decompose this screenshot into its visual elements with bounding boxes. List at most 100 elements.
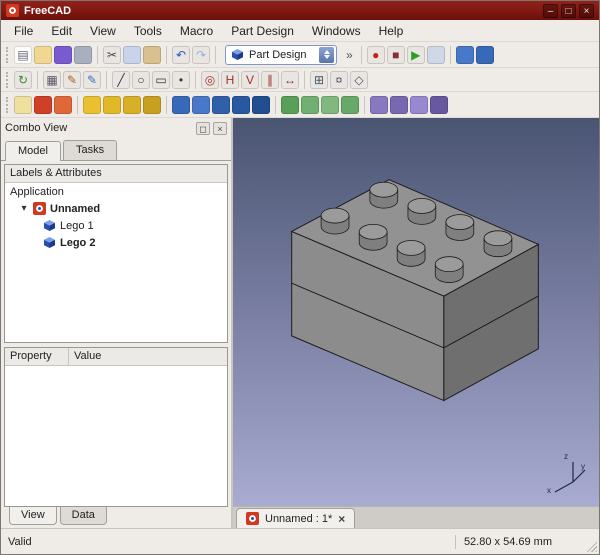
close-shape-icon[interactable]: ◇ — [350, 70, 368, 89]
document-icon — [33, 202, 46, 215]
toolbar-handle[interactable] — [6, 96, 9, 113]
grid-icon[interactable]: ⊞ — [310, 70, 328, 89]
app-icon — [6, 4, 19, 17]
panel-float-button[interactable]: ◻ — [196, 121, 210, 135]
print-icon[interactable] — [74, 45, 92, 64]
part-cylinder-icon[interactable] — [475, 45, 494, 64]
titlebar: FreeCAD – □ × — [1, 1, 599, 20]
tree-item-application[interactable]: Application — [5, 183, 227, 200]
document-tab-icon — [246, 512, 259, 525]
dimension-icon[interactable]: ↔ — [281, 70, 299, 89]
line-icon[interactable]: ╱ — [112, 70, 130, 89]
toolbar-handle[interactable] — [6, 46, 9, 63]
tree-item-unnamed[interactable]: ▾ Unnamed — [5, 200, 227, 217]
main-area: Combo View ◻ × Model Tasks Labels & Attr… — [1, 118, 599, 528]
maximize-button[interactable]: □ — [561, 3, 576, 18]
paste-icon[interactable] — [143, 45, 161, 64]
tab-data[interactable]: Data — [59, 507, 107, 525]
minimize-button[interactable]: – — [543, 3, 558, 18]
macro-edit-icon[interactable] — [426, 45, 445, 64]
subtractive-loft-icon[interactable] — [232, 95, 250, 114]
tab-tasks[interactable]: Tasks — [62, 140, 118, 160]
menu-view[interactable]: View — [81, 21, 125, 41]
lego-brick-model[interactable] — [233, 118, 599, 506]
menu-part-design[interactable]: Part Design — [222, 21, 303, 41]
combo-view-tabs: Model Tasks — [1, 138, 231, 161]
macro-record-icon[interactable]: ● — [366, 45, 385, 64]
save-icon[interactable] — [54, 45, 72, 64]
fillet-icon[interactable] — [281, 95, 299, 114]
point-icon[interactable]: • — [172, 70, 190, 89]
menu-file[interactable]: File — [5, 21, 42, 41]
new-file-icon[interactable]: ▤ — [14, 45, 32, 64]
tab-view[interactable]: View — [9, 507, 57, 525]
snap-icon[interactable]: ¤ — [330, 70, 348, 89]
new-sketch-icon[interactable]: ✎ — [63, 70, 81, 89]
revolution-icon[interactable] — [103, 95, 121, 114]
circle-icon[interactable]: ○ — [132, 70, 150, 89]
constraint-coincident-icon[interactable]: ◎ — [201, 70, 219, 89]
document-tab-unnamed[interactable]: Unnamed : 1* × — [236, 508, 356, 528]
macro-toolbar-icons: ● ■ ▶ — [366, 45, 494, 64]
macro-play-icon[interactable]: ▶ — [406, 45, 425, 64]
edit-sketch-icon[interactable]: ✎ — [83, 70, 101, 89]
additive-pipe-icon[interactable] — [143, 95, 161, 114]
axis-label-x: x — [547, 486, 551, 495]
part-box-icon[interactable] — [455, 45, 474, 64]
draft-icon[interactable] — [321, 95, 339, 114]
menu-edit[interactable]: Edit — [42, 21, 81, 41]
constraint-vertical-icon[interactable]: V — [241, 70, 259, 89]
workbench-cube-icon — [232, 49, 243, 60]
expander-icon[interactable]: ▾ — [19, 203, 29, 214]
tree-item-lego-1[interactable]: Lego 1 — [5, 217, 227, 234]
tab-model[interactable]: Model — [5, 141, 61, 161]
tree-item-lego-2[interactable]: Lego 2 — [5, 234, 227, 251]
polar-pattern-icon[interactable] — [410, 95, 428, 114]
menu-tools[interactable]: Tools — [125, 21, 171, 41]
refresh-icon[interactable]: ↻ — [14, 70, 32, 89]
pad-icon[interactable] — [83, 95, 101, 114]
resize-grip[interactable] — [584, 539, 597, 552]
select-box-icon[interactable]: ▦ — [43, 70, 61, 89]
constraint-parallel-icon[interactable]: ∥ — [261, 70, 279, 89]
linear-pattern-icon[interactable] — [390, 95, 408, 114]
menu-windows[interactable]: Windows — [303, 21, 370, 41]
menu-help[interactable]: Help — [370, 21, 413, 41]
panel-close-button[interactable]: × — [213, 121, 227, 135]
undo-icon[interactable]: ↶ — [172, 45, 190, 64]
3d-viewport[interactable]: z y x — [233, 118, 599, 506]
chamfer-icon[interactable] — [301, 95, 319, 114]
groove-icon[interactable] — [212, 95, 230, 114]
property-table-header: Property Value — [5, 348, 227, 366]
constraint-horizontal-icon[interactable]: H — [221, 70, 239, 89]
close-button[interactable]: × — [579, 3, 594, 18]
subtractive-pipe-icon[interactable] — [252, 95, 270, 114]
document-tab-close-icon[interactable]: × — [338, 512, 345, 526]
value-column-header[interactable]: Value — [69, 348, 227, 365]
toolbar-handle[interactable] — [6, 71, 9, 88]
open-folder-icon[interactable] — [34, 45, 52, 64]
window-title: FreeCAD — [24, 4, 72, 17]
workbench-selector[interactable]: Part Design — [225, 44, 337, 65]
toolbar-overflow-chevron[interactable]: » — [343, 48, 356, 62]
additive-loft-icon[interactable] — [123, 95, 141, 114]
partdesign-toolbar-icons — [14, 95, 448, 114]
pocket-icon[interactable] — [172, 95, 190, 114]
rectangle-icon[interactable]: ▭ — [152, 70, 170, 89]
map-sketch-icon[interactable] — [54, 95, 72, 114]
mirrored-icon[interactable] — [370, 95, 388, 114]
multitransform-icon[interactable] — [430, 95, 448, 114]
create-body-icon[interactable] — [14, 95, 32, 114]
toolbar-separator — [166, 45, 167, 64]
toolbar-separator — [364, 95, 365, 114]
macro-stop-icon[interactable]: ■ — [386, 45, 405, 64]
copy-icon[interactable] — [123, 45, 141, 64]
redo-icon[interactable]: ↷ — [192, 45, 210, 64]
cut-icon[interactable]: ✂ — [103, 45, 121, 64]
menu-macro[interactable]: Macro — [171, 21, 222, 41]
thickness-icon[interactable] — [341, 95, 359, 114]
create-sketch-icon[interactable] — [34, 95, 52, 114]
hole-icon[interactable] — [192, 95, 210, 114]
property-column-header[interactable]: Property — [5, 348, 69, 365]
combo-spinner-icon[interactable] — [319, 46, 334, 63]
